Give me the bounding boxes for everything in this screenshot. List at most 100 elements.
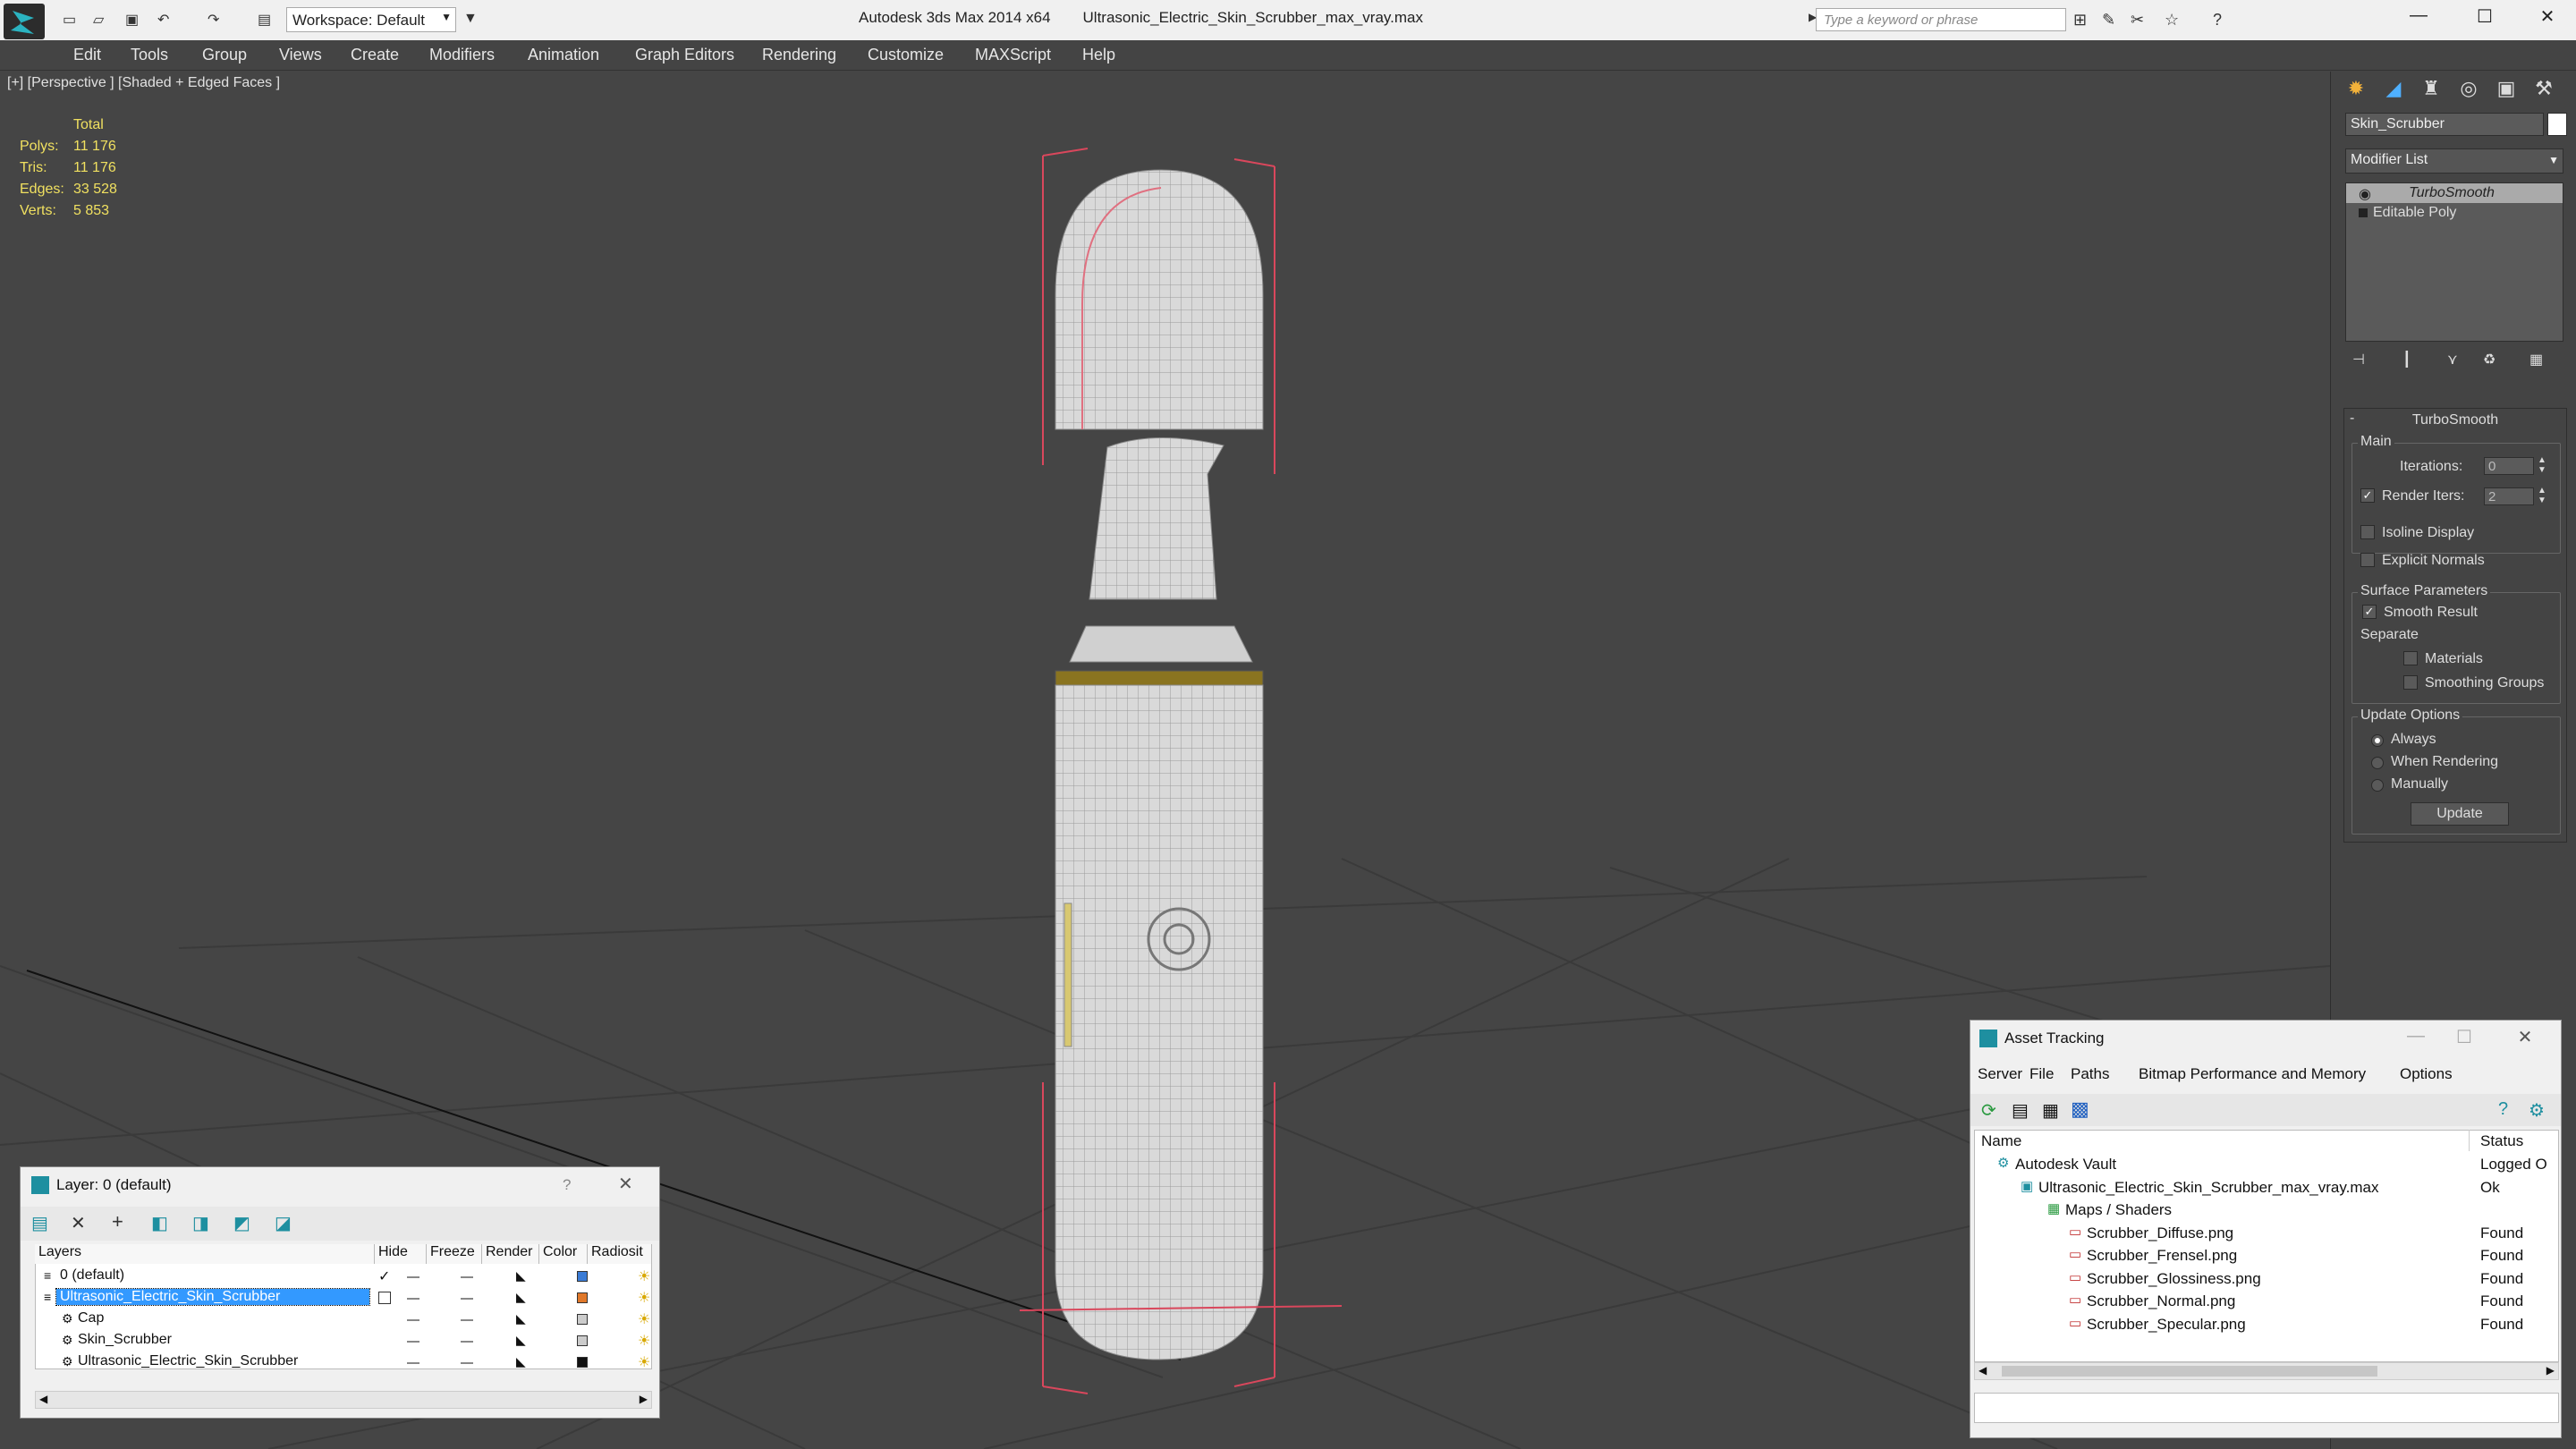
radiosity-icon[interactable]: ☀	[638, 1332, 650, 1350]
current-layer-check-icon[interactable]: ✓	[378, 1267, 390, 1285]
freeze-all-layers-icon[interactable]: ◪	[275, 1212, 292, 1234]
layer-row[interactable]: ⚙ Skin_Scrubber ◣ ☀	[37, 1330, 663, 1352]
maximize-button[interactable]: ☐	[2467, 5, 2503, 28]
close-button[interactable]: ✕	[2529, 5, 2565, 28]
select-layer-objects-icon[interactable]: ◧	[151, 1212, 168, 1234]
isoline-display-checkbox[interactable]	[2360, 525, 2375, 539]
maximize-button[interactable]: ☐	[2446, 1026, 2482, 1048]
save-file-icon[interactable]: ▣	[125, 11, 139, 29]
materials-checkbox[interactable]	[2403, 651, 2418, 665]
menu-create[interactable]: Create	[351, 46, 399, 64]
render-teapot-icon[interactable]: ◣	[516, 1354, 526, 1369]
set-current-layer-box[interactable]	[378, 1292, 391, 1304]
manually-radio[interactable]	[2371, 779, 2384, 792]
scroll-thumb[interactable]	[2002, 1366, 2377, 1377]
modify-tab-icon[interactable]: ◢	[2377, 77, 2410, 106]
undo-icon[interactable]: ↶	[157, 11, 169, 29]
update-button[interactable]: Update	[2411, 802, 2509, 826]
layer-horizontal-scrollbar[interactable]: ◀ ▶	[35, 1391, 652, 1409]
subscription-icon[interactable]: ✎	[2102, 11, 2115, 30]
radiosity-icon[interactable]: ☀	[638, 1289, 650, 1307]
tree-view-icon[interactable]: ▦	[2042, 1099, 2059, 1122]
render-teapot-icon[interactable]: ◣	[516, 1268, 526, 1284]
highlight-layer-icon[interactable]: ◨	[192, 1212, 209, 1234]
create-tab-icon[interactable]: ✹	[2340, 77, 2372, 106]
asset-row[interactable]: ▭ Scrubber_Frensel.png Found	[1976, 1244, 2557, 1267]
layer-color-swatch[interactable]	[577, 1335, 588, 1346]
binoculars-icon[interactable]: ⊞	[2073, 11, 2087, 30]
favorites-star-icon[interactable]: ☆	[2165, 11, 2179, 30]
add-to-layer-icon[interactable]: +	[112, 1210, 123, 1233]
open-file-icon[interactable]: ▱	[93, 11, 104, 29]
menu-modifiers[interactable]: Modifiers	[429, 46, 495, 64]
help-icon[interactable]: ?	[2213, 11, 2222, 30]
when-rendering-radio[interactable]	[2371, 757, 2384, 769]
layer-color-swatch[interactable]	[577, 1314, 588, 1325]
layer-color-swatch[interactable]	[577, 1357, 588, 1368]
delete-layer-icon[interactable]: ✕	[71, 1212, 86, 1234]
redo-icon[interactable]: ↷	[208, 11, 219, 29]
settings-icon[interactable]: ⚙	[2529, 1099, 2545, 1122]
layer-row[interactable]: ⚙ Cap ◣ ☀	[37, 1309, 663, 1330]
layer-name[interactable]: 0 (default)	[60, 1267, 124, 1284]
hide-toggle[interactable]	[407, 1276, 419, 1278]
table-view-icon[interactable]: ▩	[2071, 1097, 2089, 1121]
asset-row[interactable]: ▦ Maps / Shaders	[1976, 1199, 2557, 1221]
layer-row[interactable]: ≡ 0 (default) ✓ ◣ ☀	[37, 1266, 663, 1287]
help-icon[interactable]: ?	[2498, 1099, 2508, 1120]
hide-all-layers-icon[interactable]: ◩	[233, 1212, 250, 1234]
asset-row[interactable]: ⚙ Autodesk Vault Logged O	[1976, 1153, 2557, 1175]
refresh-icon[interactable]: ⟳	[1981, 1099, 1996, 1122]
modifier-stack[interactable]: ◉ TurboSmooth Editable Poly	[2345, 182, 2563, 342]
iterations-spinner[interactable]: 0	[2484, 457, 2534, 475]
asset-path-field[interactable]	[1974, 1393, 2559, 1423]
freeze-toggle[interactable]	[461, 1298, 473, 1300]
asset-row[interactable]: ▭ Scrubber_Specular.png Found	[1976, 1313, 2557, 1335]
display-tab-icon[interactable]: ▣	[2490, 77, 2522, 106]
new-layer-icon[interactable]: ▤	[31, 1212, 48, 1234]
app-logo-icon[interactable]	[4, 4, 45, 39]
menu-help[interactable]: Help	[1082, 46, 1115, 64]
rollout-title[interactable]: TurboSmooth	[2344, 412, 2566, 428]
motion-tab-icon[interactable]: ◎	[2453, 77, 2485, 106]
hide-toggle[interactable]	[407, 1319, 419, 1321]
menu-edit[interactable]: Edit	[73, 46, 101, 64]
stack-item-editable-poly[interactable]: Editable Poly	[2346, 203, 2563, 223]
freeze-toggle[interactable]	[461, 1319, 473, 1321]
object-color-swatch[interactable]	[2547, 113, 2567, 136]
menu-customize[interactable]: Customize	[868, 46, 944, 64]
hierarchy-tab-icon[interactable]: ♜	[2415, 77, 2447, 106]
radiosity-icon[interactable]: ☀	[638, 1310, 650, 1328]
viewport-label[interactable]: [+] [Perspective ] [Shaded + Edged Faces…	[7, 75, 280, 91]
column-name[interactable]: Name	[1974, 1130, 2470, 1151]
communication-icon[interactable]: ✂	[2131, 11, 2144, 30]
smooth-result-checkbox[interactable]: ✓	[2362, 605, 2377, 619]
radiosity-icon[interactable]: ☀	[638, 1353, 650, 1371]
asset-row[interactable]: ▣ Ultrasonic_Electric_Skin_Scrubber_max_v…	[1976, 1176, 2557, 1199]
freeze-toggle[interactable]	[461, 1362, 473, 1364]
layer-name[interactable]: Ultrasonic_Electric_Skin_Scrubber	[78, 1353, 298, 1369]
utilities-tab-icon[interactable]: ⚒	[2528, 77, 2560, 106]
list-view-icon[interactable]: ▤	[2012, 1099, 2029, 1122]
always-radio[interactable]	[2371, 734, 2384, 747]
render-teapot-icon[interactable]: ◣	[516, 1311, 526, 1326]
modifier-list-dropdown[interactable]: Modifier List ▼	[2345, 148, 2563, 174]
asset-row[interactable]: ▭ Scrubber_Glossiness.png Found	[1976, 1267, 2557, 1290]
menu-animation[interactable]: Animation	[528, 46, 599, 64]
project-folder-icon[interactable]: ▤	[258, 11, 271, 29]
spinner-arrows-icon[interactable]: ▲ ▼	[2538, 455, 2546, 475]
smoothing-groups-checkbox[interactable]	[2403, 675, 2418, 690]
show-end-result-icon[interactable]: ┃	[2402, 351, 2411, 369]
render-iters-checkbox[interactable]: ✓	[2360, 488, 2375, 503]
render-teapot-icon[interactable]: ◣	[516, 1333, 526, 1348]
freeze-toggle[interactable]	[461, 1341, 473, 1343]
menu-views[interactable]: Views	[279, 46, 322, 64]
layer-column-radiosit[interactable]: Radiosit	[588, 1244, 652, 1264]
hide-toggle[interactable]	[407, 1362, 419, 1364]
asset-menu-options[interactable]: Options	[2400, 1065, 2453, 1083]
layer-column-freeze[interactable]: Freeze	[427, 1244, 482, 1264]
scroll-left-icon[interactable]: ◀	[39, 1393, 47, 1405]
layer-color-swatch[interactable]	[577, 1271, 588, 1282]
asset-horizontal-scrollbar[interactable]: ◀ ▶	[1974, 1362, 2559, 1380]
search-input[interactable]: Type a keyword or phrase	[1816, 8, 2066, 31]
